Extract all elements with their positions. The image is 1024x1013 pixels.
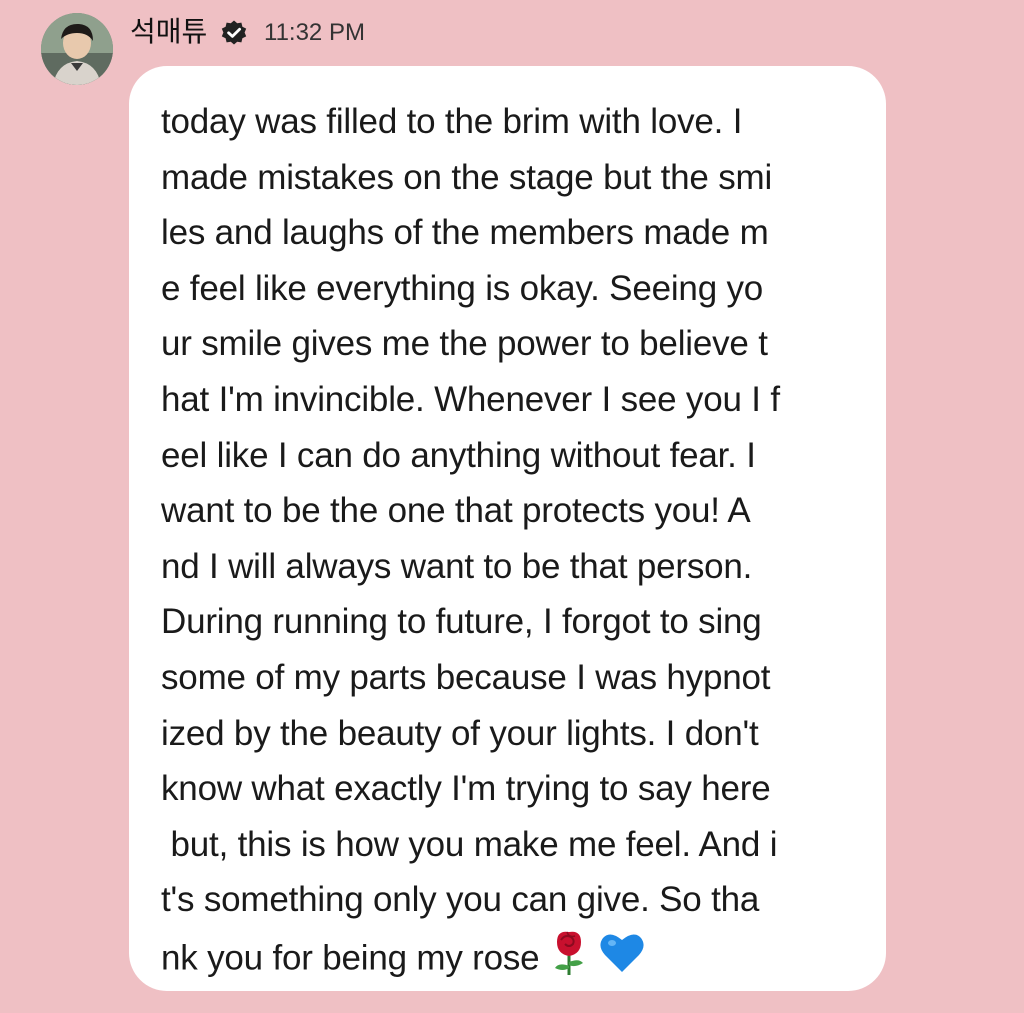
message-line: but, this is how you make me feel. And i [161, 824, 778, 864]
message-line-text: nk you for being my rose [161, 938, 540, 978]
blue-heart-emoji [599, 930, 645, 991]
rose-emoji [547, 928, 591, 993]
message-line: want to be the one that protects you! A [161, 491, 751, 531]
username[interactable]: 석매튜 [130, 14, 207, 50]
message-line: ized by the beauty of your lights. I don… [161, 713, 759, 753]
message-bubble: today was filled to the brim with love. … [129, 66, 886, 991]
message-line: eel like I can do anything without fear.… [161, 435, 756, 475]
message-line: hat I'm invincible. Whenever I see you I… [161, 379, 780, 419]
timestamp: 11:32 PM [264, 19, 365, 46]
message-line: t's something only you can give. So tha [161, 880, 760, 920]
message-line: ur smile gives me the power to believe t [161, 324, 768, 364]
message-line: made mistakes on the stage but the smi [161, 157, 773, 197]
message-line: e feel like everything is okay. Seeing y… [161, 268, 764, 308]
message-line-last: nk you for being my rose [161, 928, 856, 993]
avatar[interactable] [41, 13, 113, 85]
profile-avatar-icon [41, 13, 113, 85]
message-line: nd I will always want to be that person. [161, 546, 753, 586]
message-line: les and laughs of the members made m [161, 213, 769, 253]
message-line: some of my parts because I was hypnot [161, 657, 771, 697]
message-line: know what exactly I'm trying to say here [161, 769, 771, 809]
message-line: During running to future, I forgot to si… [161, 602, 762, 642]
verified-check-icon [220, 19, 248, 47]
message-line: today was filled to the brim with love. … [161, 102, 743, 141]
